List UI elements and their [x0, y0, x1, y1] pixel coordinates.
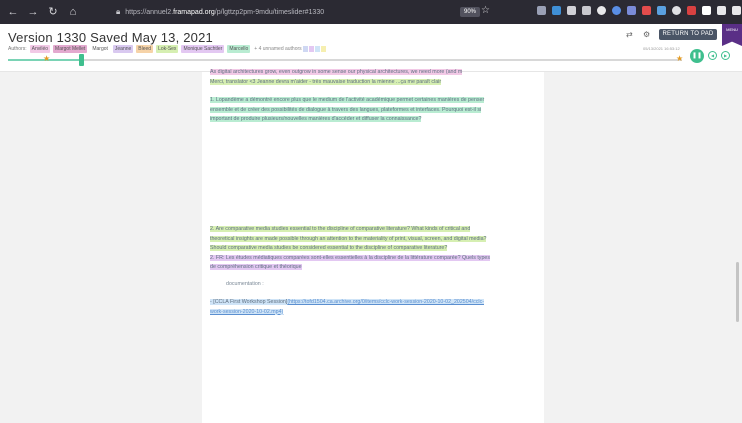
text-line: 2. Are comparative media studies essenti…	[210, 226, 471, 232]
author-chip: Margot	[90, 45, 110, 53]
author-chip: Lok-Sex	[156, 45, 179, 53]
author-chip: Anviléo	[29, 45, 51, 53]
browser-toolbar: ← → ↻ ⌂ 🔒︎ https://annuel2. framapad.org /…	[0, 0, 742, 24]
pad-document: As digital architectures grow, even outg…	[202, 69, 544, 423]
author-chip: Margot Mellet	[53, 45, 88, 53]
text-line: theoretical insights are made possible t…	[210, 235, 487, 242]
extension-icon[interactable]	[702, 6, 711, 15]
saved-revision-star-icon[interactable]: ★	[43, 54, 50, 63]
paragraph-question-2: 2. Are comparative media studies essenti…	[210, 225, 536, 273]
account-icon[interactable]	[597, 6, 606, 15]
step-forward-button[interactable]: ▶	[721, 51, 730, 60]
extension-icon[interactable]	[687, 6, 696, 15]
workshop-video-link[interactable]: work-session-2020-10-02.mp4)	[210, 308, 284, 315]
text-line: ensemble et de créer des possibilités de…	[210, 106, 482, 113]
pocket-icon[interactable]	[537, 6, 546, 15]
author-chip: Marcello	[227, 45, 251, 53]
bookmark-star-icon[interactable]: ☆	[481, 5, 490, 16]
return-to-pad-button[interactable]: RETURN TO PAD	[659, 29, 717, 40]
pad-viewport: As digital architectures grow, even outg…	[0, 69, 742, 423]
extension-icon[interactable]	[612, 6, 621, 15]
vertical-scrollbar[interactable]	[736, 262, 739, 322]
reload-icon[interactable]: ↻	[46, 5, 60, 19]
menu-badge[interactable]: MENU	[722, 24, 742, 46]
share-icon[interactable]: ⇄	[626, 30, 633, 39]
home-icon[interactable]: ⌂	[66, 5, 80, 19]
url-path: /p/lgttzp2pm-9mdu/timeslider#1330	[214, 8, 325, 16]
settings-gear-icon[interactable]: ⚙	[643, 30, 650, 39]
authors-label: Authors:	[8, 46, 27, 52]
address-bar[interactable]: 🔒︎ https://annuel2. framapad.org/p/lgttzp…	[112, 4, 498, 20]
play-pause-button[interactable]: ❚❚	[690, 49, 704, 63]
paragraph-cclia-link: - [CCLA First Workshop Session](https://…	[210, 298, 536, 317]
url-prefix: https://annuel2.	[125, 8, 174, 16]
author-chip: Monique Sachtler	[181, 45, 225, 53]
extension-icon[interactable]	[672, 6, 681, 15]
unnamed-author-swatch	[308, 46, 314, 52]
author-chip: Bleed	[136, 45, 154, 53]
extension-icon[interactable]	[627, 6, 636, 15]
author-chip: Jeanne	[112, 45, 134, 53]
saved-date: 05/13/2021 16:53:12	[643, 46, 680, 51]
timeslider-track[interactable]	[8, 59, 682, 61]
download-icon[interactable]	[552, 6, 561, 15]
step-back-button[interactable]: ◀	[708, 51, 717, 60]
unnamed-author-swatch	[302, 46, 308, 52]
extension-icon[interactable]	[657, 6, 666, 15]
timeslider-header: Version 1330 Saved May 13, 2021 Authors:…	[0, 24, 742, 72]
saved-revision-star-icon[interactable]: ★	[676, 54, 683, 63]
unnamed-authors: + 4 unnamed authors	[254, 46, 302, 52]
documentation-heading: documentation :	[226, 281, 264, 287]
forward-icon[interactable]: →	[26, 5, 40, 19]
back-icon[interactable]: ←	[6, 5, 20, 19]
link-label: - [CCLA First Workshop Session]	[210, 299, 288, 305]
workshop-video-link[interactable]: (https://tofd1504.ca.archive.org/0/items…	[287, 299, 484, 305]
text-line: As digital architectures grow, even outg…	[210, 69, 463, 75]
library-icon[interactable]	[567, 6, 576, 15]
text-line: 1. Lopandème a démontré encore plus que …	[210, 97, 485, 103]
text-line: Should comparative media studies be cons…	[210, 245, 448, 252]
extension-icons	[537, 6, 741, 15]
authors-list: Authors: Anviléo Margot Mellet Margot Je…	[8, 45, 326, 53]
extension-icon[interactable]	[642, 6, 651, 15]
paragraph-intro: As digital architectures grow, even outg…	[210, 68, 536, 87]
lock-icon: 🔒︎	[116, 7, 121, 16]
unnamed-author-swatch	[314, 46, 320, 52]
zoom-level[interactable]: 90%	[460, 7, 481, 17]
sidebar-icon[interactable]	[582, 6, 591, 15]
timeslider-handle[interactable]	[79, 54, 84, 66]
text-line: 2. FR: Les études médiatiques comparées …	[210, 254, 490, 261]
text-line: Merci, translator <3 Jeanne devra m'aide…	[210, 78, 442, 85]
menu-icon[interactable]	[732, 6, 741, 15]
unnamed-author-swatch	[320, 46, 326, 52]
url-host: framapad.org	[173, 8, 215, 16]
revision-title: Version 1330 Saved May 13, 2021	[8, 30, 213, 45]
paragraph-question-1: 1. Lopandème a démontré encore plus que …	[210, 96, 536, 125]
text-line: important de produire plusieurs/nouvelle…	[210, 116, 422, 123]
text-line: de compréhension critique et théorique	[210, 264, 302, 271]
extension-icon[interactable]	[717, 6, 726, 15]
